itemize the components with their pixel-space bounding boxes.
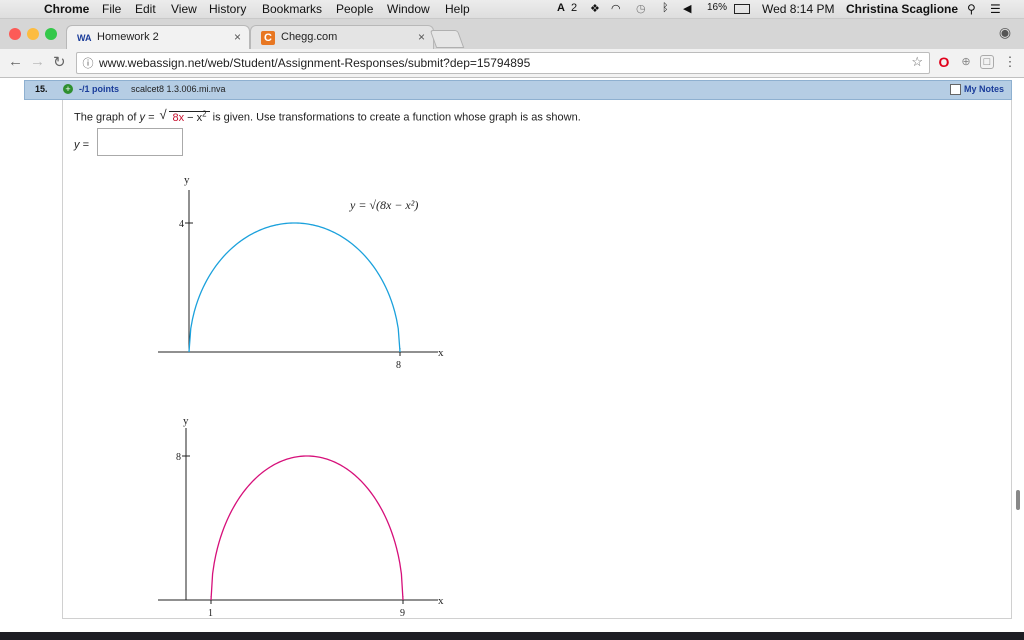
tab-title: Chegg.com — [281, 31, 338, 43]
menu-edit[interactable]: Edit — [135, 2, 156, 16]
menu-window[interactable]: Window — [387, 2, 430, 16]
new-tab-button[interactable] — [429, 30, 465, 48]
bluetooth-icon[interactable]: ᛒ — [662, 2, 669, 14]
tab-homework-2[interactable]: WA Homework 2 × — [66, 25, 250, 50]
menu-help[interactable]: Help — [445, 2, 470, 16]
answer-input[interactable] — [97, 128, 183, 156]
minimize-window-button[interactable] — [27, 28, 39, 40]
notes-icon — [949, 84, 961, 95]
scrollbar-thumb[interactable] — [1016, 490, 1020, 510]
question-prompt: The graph of y = √ 8x − x2 is given. Use… — [74, 107, 581, 124]
mac-menubar: Chrome File Edit View History Bookmarks … — [0, 0, 1024, 19]
y-axis-label: y — [184, 174, 190, 186]
menu-kebab-icon[interactable]: ⋮ — [1002, 54, 1018, 70]
adobe-icon[interactable]: A — [557, 2, 565, 14]
dock-strip — [0, 632, 1024, 640]
question-number: 15. — [35, 84, 48, 94]
equation-label: y = √(8x − x²) — [349, 198, 418, 212]
menu-file[interactable]: File — [102, 2, 121, 16]
extension-icon[interactable]: ⊕ — [958, 54, 974, 70]
back-arrow-icon[interactable]: ← — [8, 53, 23, 70]
prompt-sup: 2 — [202, 109, 207, 118]
question-body: The graph of y = √ 8x − x2 is given. Use… — [62, 100, 1012, 619]
close-tab-icon[interactable]: × — [418, 30, 425, 44]
menu-app-name[interactable]: Chrome — [44, 2, 89, 16]
menu-bookmarks[interactable]: Bookmarks — [262, 2, 322, 16]
answer-label: y = — [74, 139, 89, 151]
url-text[interactable]: www.webassign.net/web/Student/Assignment… — [99, 56, 530, 70]
x-tick-label-1: 1 — [208, 608, 213, 619]
close-tab-icon[interactable]: × — [234, 30, 241, 44]
browser-toolbar: ← → ↻ ⓘ www.webassign.net/web/Student/As… — [0, 49, 1024, 78]
profile-icon[interactable]: ◉ — [996, 24, 1014, 42]
prompt-radical: √ 8x − x2 — [159, 107, 210, 124]
y-axis-label: y — [183, 415, 189, 427]
expand-plus-icon[interactable]: + — [63, 84, 73, 94]
battery-percent: 16% — [707, 2, 728, 13]
my-notes-button[interactable]: My Notes — [948, 83, 1007, 95]
y-tick-label-8: 8 — [176, 452, 181, 463]
close-window-button[interactable] — [9, 28, 21, 40]
prompt-eq-lhs: y = — [139, 111, 155, 124]
tab-chegg[interactable]: C Chegg.com × — [250, 25, 434, 50]
radical-sign-icon: √ — [159, 107, 167, 122]
forward-arrow-icon[interactable]: → — [30, 53, 45, 70]
curve-2 — [210, 455, 404, 601]
graph-1: y x 4 8 y = √(8x − x²) — [158, 174, 444, 371]
reload-icon[interactable]: ↻ — [53, 53, 66, 71]
webassign-icon: WA — [77, 33, 92, 43]
prompt-rad-rest: − x — [184, 111, 203, 124]
info-icon[interactable]: ⓘ — [81, 55, 95, 70]
prompt-rad-8x: 8x — [172, 111, 185, 124]
time-machine-icon[interactable]: ◷ — [636, 2, 646, 15]
adobe-count: 2 — [571, 2, 578, 14]
user-name[interactable]: Christina Scaglione — [846, 2, 958, 16]
spotlight-icon[interactable]: ⚲ — [967, 2, 976, 16]
clock[interactable]: Wed 8:14 PM — [762, 2, 834, 16]
opera-extension-icon[interactable]: O — [936, 54, 952, 70]
graph-2: y x 8 1 9 — [158, 415, 444, 619]
volume-icon[interactable]: ◀ — [683, 2, 691, 15]
wifi-icon[interactable]: ◠ — [611, 2, 621, 15]
menu-people[interactable]: People — [336, 2, 373, 16]
address-bar[interactable]: ⓘ www.webassign.net/web/Student/Assignme… — [76, 52, 930, 74]
tab-title: Homework 2 — [97, 31, 159, 43]
x-tick-label-8: 8 — [396, 360, 401, 371]
bookmark-star-icon[interactable]: ☆ — [911, 54, 923, 70]
battery-icon[interactable] — [734, 4, 750, 14]
chegg-icon: C — [261, 31, 275, 45]
x-axis-label: x — [438, 347, 444, 359]
y-tick-label-4: 4 — [179, 219, 184, 230]
dropbox-icon[interactable]: ❖ — [590, 2, 600, 15]
page-content: 15. + -/1 points scalcet8 1.3.006.mi.nva… — [0, 78, 1024, 640]
question-header-bar: 15. + -/1 points scalcet8 1.3.006.mi.nva… — [24, 80, 1012, 100]
prompt-post: is given. Use transformations to create … — [212, 111, 581, 124]
tab-strip: WA Homework 2 × C Chegg.com × ◉ — [0, 19, 1024, 50]
menu-view[interactable]: View — [171, 2, 197, 16]
question-code: scalcet8 1.3.006.mi.nva — [131, 84, 226, 94]
extension-box-icon[interactable]: □ — [980, 55, 994, 69]
prompt-pre: The graph of — [74, 111, 137, 124]
x-axis-label: x — [438, 595, 444, 607]
my-notes-label: My Notes — [963, 84, 1004, 94]
question-points[interactable]: -/1 points — [79, 84, 119, 94]
curve-1 — [188, 222, 401, 353]
menu-history[interactable]: History — [209, 2, 246, 16]
zoom-window-button[interactable] — [45, 28, 57, 40]
notification-center-icon[interactable]: ☰ — [990, 2, 1001, 16]
x-tick-label-9: 9 — [400, 608, 405, 619]
